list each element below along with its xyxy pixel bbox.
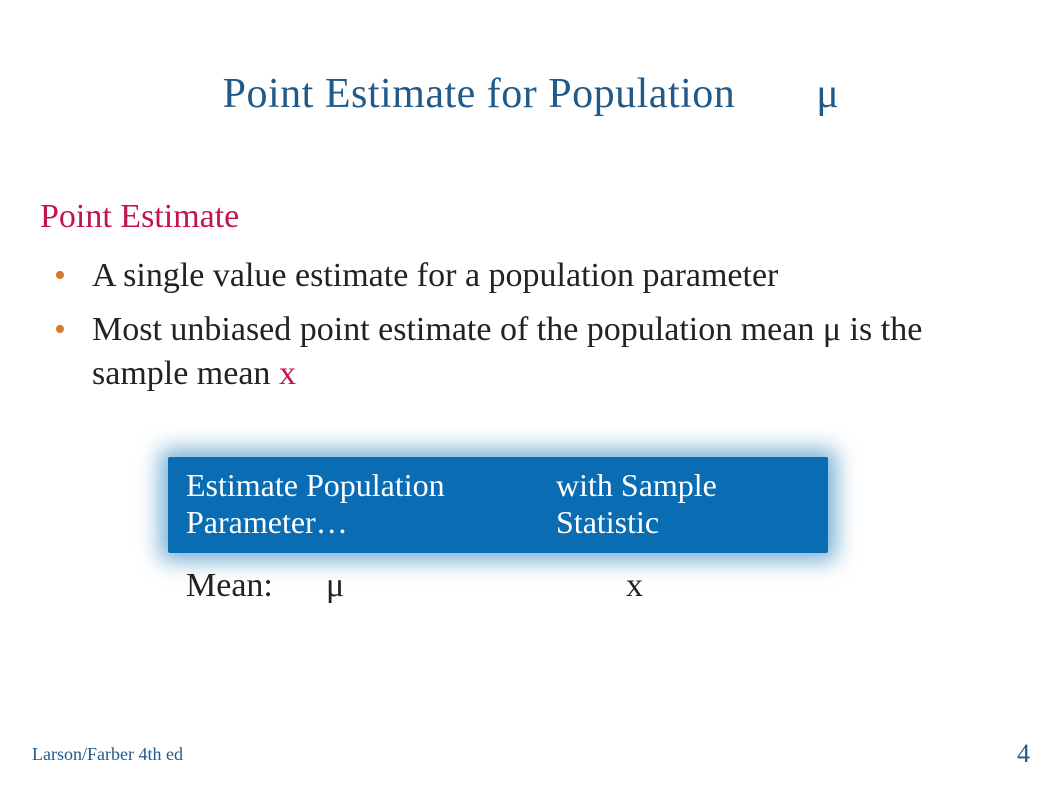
footer-source: Larson/Farber 4th ed: [32, 744, 183, 765]
slide-title: Point Estimate for Population μ: [40, 70, 1022, 118]
bullet-item: Most unbiased point estimate of the popu…: [40, 308, 1022, 396]
row-mu: μ: [326, 567, 556, 605]
table-header-col1: Estimate Population Parameter…: [186, 467, 556, 541]
x-bar-symbol: x: [279, 355, 296, 392]
title-main: Point Estimate for Population: [223, 71, 736, 117]
bullet-list: A single value estimate for a population…: [40, 254, 1022, 397]
table-row: Mean: μ x: [168, 553, 828, 605]
bullet-text: A single value estimate for a population…: [92, 257, 778, 294]
row-xbar: x: [556, 567, 810, 605]
page-number: 4: [1017, 739, 1030, 769]
title-mu: μ: [816, 71, 839, 117]
bullet-text: Most unbiased point estimate of the popu…: [92, 311, 922, 392]
section-heading: Point Estimate: [40, 198, 1022, 236]
bullet-item: A single value estimate for a population…: [40, 254, 1022, 298]
table-header-row: Estimate Population Parameter… with Samp…: [168, 457, 828, 553]
table-header-col2: with Sample Statistic: [556, 467, 810, 541]
row-label: Mean:: [186, 567, 326, 605]
estimate-table: Estimate Population Parameter… with Samp…: [168, 457, 828, 605]
slide: Point Estimate for Population μ Point Es…: [0, 0, 1062, 797]
